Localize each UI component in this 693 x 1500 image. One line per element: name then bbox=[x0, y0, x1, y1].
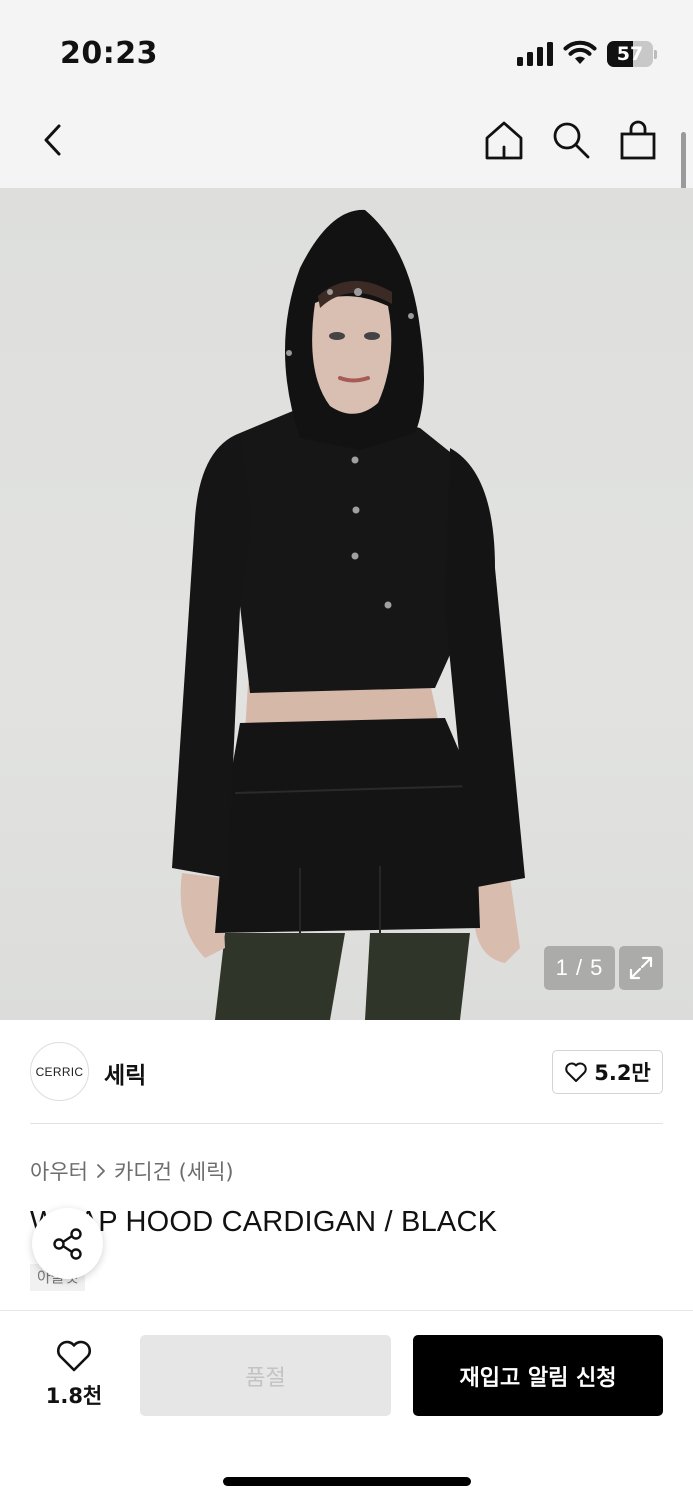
breadcrumb: 아우터 카디건 (세릭) bbox=[30, 1156, 234, 1186]
brand-like-count: 5.2만 bbox=[594, 1061, 651, 1085]
back-chevron-icon bbox=[44, 124, 61, 156]
brand-logo[interactable]: CERRIC bbox=[30, 1042, 89, 1101]
bottom-action-bar: 1.8천 품절 재입고 알림 신청 bbox=[0, 1310, 693, 1500]
expand-image-button[interactable] bbox=[619, 946, 663, 990]
expand-icon bbox=[629, 956, 653, 980]
wishlist-count: 1.8천 bbox=[45, 1384, 103, 1408]
product-photo bbox=[172, 209, 525, 1020]
brand-logo-text: CERRIC bbox=[35, 1064, 84, 1079]
restock-alert-button[interactable]: 재입고 알림 신청 bbox=[413, 1335, 663, 1416]
breadcrumb-item[interactable]: 아우터 bbox=[30, 1156, 88, 1186]
status-time: 20:23 bbox=[60, 36, 158, 71]
search-icon bbox=[553, 122, 590, 159]
share-button[interactable] bbox=[32, 1208, 103, 1279]
battery-level: 57 bbox=[616, 43, 644, 65]
back-button[interactable] bbox=[30, 118, 74, 162]
image-pager: 1 / 5 bbox=[544, 946, 615, 990]
battery-indicator: 57 bbox=[607, 41, 657, 67]
breadcrumb-item[interactable]: 카디건 (세릭) bbox=[114, 1156, 234, 1186]
home-indicator[interactable] bbox=[223, 1477, 471, 1486]
home-button[interactable] bbox=[482, 118, 526, 162]
shopping-bag-icon bbox=[620, 120, 656, 160]
cart-button[interactable] bbox=[616, 118, 660, 162]
wifi-icon bbox=[563, 40, 597, 64]
status-bar: 20:23 57 bbox=[0, 0, 693, 100]
brand-like-button[interactable]: 5.2만 bbox=[552, 1050, 663, 1094]
divider bbox=[30, 1123, 663, 1124]
home-icon bbox=[485, 121, 523, 160]
heart-outline-icon bbox=[565, 1062, 587, 1082]
brand-name[interactable]: 세릭 bbox=[104, 1056, 146, 1090]
battery-tip bbox=[654, 50, 657, 59]
chevron-right-icon bbox=[97, 1164, 105, 1178]
wishlist-button[interactable]: 1.8천 bbox=[38, 1339, 110, 1410]
brand-row: CERRIC 세릭 5.2만 bbox=[0, 1020, 693, 1124]
nav-bar bbox=[0, 100, 693, 188]
soldout-button: 품절 bbox=[140, 1335, 391, 1416]
share-icon bbox=[52, 1227, 82, 1260]
cellular-signal-icon bbox=[517, 42, 553, 66]
heart-outline-icon bbox=[57, 1340, 91, 1372]
product-image-gallery[interactable]: 1 / 5 bbox=[0, 188, 693, 1020]
search-button[interactable] bbox=[549, 118, 593, 162]
